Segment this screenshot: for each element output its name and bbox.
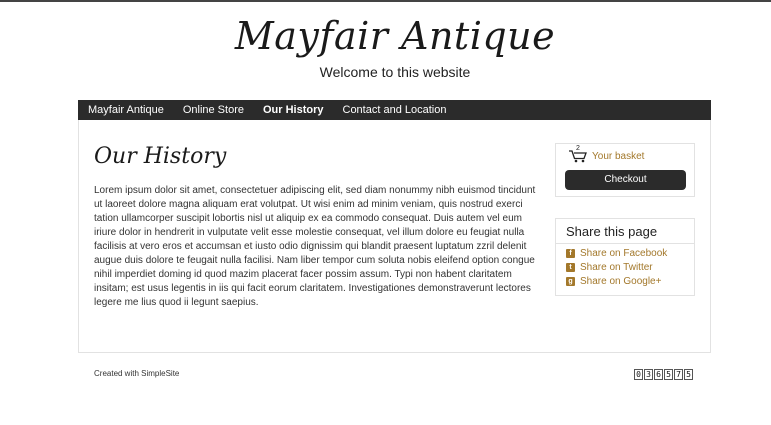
share-google-label: Share on Google+: [580, 276, 662, 287]
site-title[interactable]: Mayfair Antique: [0, 14, 771, 58]
counter-digit: 7: [674, 369, 683, 380]
basket-label[interactable]: Your basket: [592, 151, 644, 162]
share-google-link[interactable]: g Share on Google+: [566, 276, 661, 287]
footer-credit[interactable]: Created with SimpleSite: [94, 369, 179, 378]
share-facebook-link[interactable]: f Share on Facebook: [566, 248, 667, 259]
counter-digit: 3: [644, 369, 653, 380]
nav-item-online-store[interactable]: Online Store: [183, 104, 244, 116]
body-paragraph: Lorem ipsum dolor sit amet, consectetuer…: [94, 185, 536, 308]
nav-item-our-history[interactable]: Our History: [263, 104, 324, 116]
facebook-icon: f: [566, 249, 575, 258]
nav-item-contact-location[interactable]: Contact and Location: [343, 104, 447, 116]
visitor-counter: 0 3 6 5 7 5: [634, 369, 694, 380]
counter-digit: 0: [634, 369, 643, 380]
share-twitter-link[interactable]: t Share on Twitter: [566, 262, 653, 273]
site-subtitle: Welcome to this website: [319, 64, 471, 80]
counter-digit: 5: [664, 369, 673, 380]
counter-digit: 5: [684, 369, 693, 380]
share-divider: [556, 243, 694, 244]
share-twitter-label: Share on Twitter: [580, 262, 653, 273]
share-title: Share this page: [566, 224, 658, 239]
checkout-button[interactable]: Checkout: [565, 170, 686, 190]
share-panel: Share this page f Share on Facebook t Sh…: [555, 218, 695, 296]
basket-link[interactable]: 2 Your basket: [568, 145, 644, 163]
counter-digit: 6: [654, 369, 663, 380]
page-heading: Our History: [94, 144, 227, 169]
share-facebook-label: Share on Facebook: [580, 248, 668, 259]
basket-count: 2: [576, 145, 580, 152]
twitter-icon: t: [566, 263, 575, 272]
main-navigation: Mayfair Antique Online Store Our History…: [78, 100, 711, 120]
nav-item-mayfair-antique[interactable]: Mayfair Antique: [88, 104, 164, 116]
cart-icon: 2: [568, 145, 588, 163]
basket-panel: 2 Your basket Checkout: [555, 143, 695, 197]
google-plus-icon: g: [566, 277, 575, 286]
top-border: [0, 0, 771, 2]
